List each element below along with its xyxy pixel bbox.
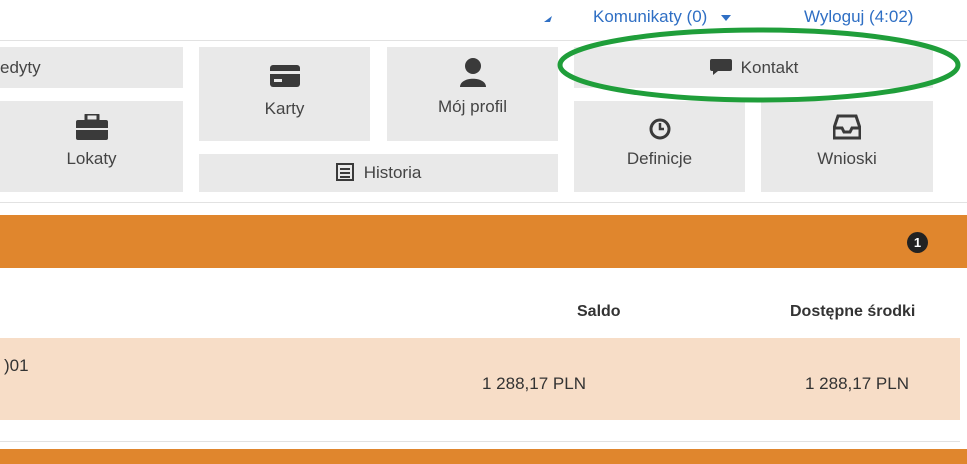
tile-profil[interactable]: Mój profil xyxy=(387,47,558,141)
credit-card-icon xyxy=(269,65,300,87)
saldo-value: 1 288,17 PLN xyxy=(482,374,586,393)
inbox-tray-icon xyxy=(833,114,861,140)
count-badge: 1 xyxy=(907,232,928,253)
divider xyxy=(0,441,960,442)
tile-lokaty-label: Lokaty xyxy=(66,149,117,168)
tile-kredyty-label: edyty xyxy=(0,58,41,77)
user-icon xyxy=(459,58,486,87)
tile-definicje[interactable]: Definicje xyxy=(574,101,745,192)
tile-karty[interactable]: Karty xyxy=(199,47,370,141)
divider xyxy=(0,202,967,203)
column-header-saldo: Saldo xyxy=(577,303,621,320)
column-header-dostepne: Dostępne środki xyxy=(790,303,916,320)
tile-historia-label: Historia xyxy=(363,163,422,182)
next-panel-header xyxy=(0,449,967,464)
tile-wnioski[interactable]: Wnioski xyxy=(761,101,933,192)
tile-definicje-label: Definicje xyxy=(626,149,693,168)
clock-icon xyxy=(649,118,670,140)
accounts-panel-header: 1 xyxy=(0,215,967,268)
tile-lokaty[interactable]: Lokaty xyxy=(0,101,183,192)
tile-historia[interactable]: Historia xyxy=(199,154,558,192)
dostepne-value: 1 288,17 PLN xyxy=(805,374,909,393)
account-number[interactable]: )01 xyxy=(4,356,29,376)
tile-wnioski-label: Wnioski xyxy=(817,149,877,168)
tile-karty-label: Karty xyxy=(264,99,305,118)
tile-profil-label: Mój profil xyxy=(438,97,507,116)
tile-historia-content: Historia xyxy=(199,163,558,183)
highlight-ellipse xyxy=(557,27,961,103)
briefcase-icon xyxy=(75,114,108,140)
table-row[interactable]: )01 1 288,17 PLN 1 288,17 PLN xyxy=(0,338,960,420)
list-document-icon xyxy=(335,163,354,181)
tile-kredyty[interactable]: edyty xyxy=(0,47,183,88)
